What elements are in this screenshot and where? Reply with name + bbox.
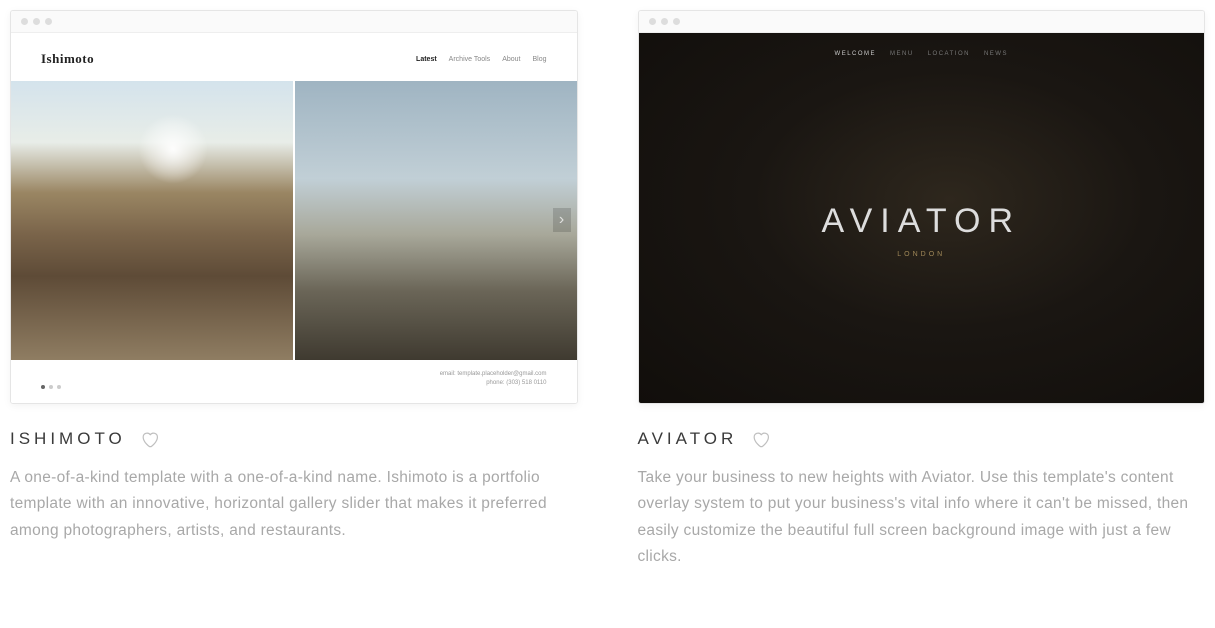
template-description: A one-of-a-kind template with a one-of-a…: [10, 465, 578, 544]
preview-brand: AVIATOR: [821, 202, 1021, 241]
ishimoto-preview: Ishimoto Latest Archive Tools About Blog…: [11, 33, 577, 403]
template-meta: AVIATOR: [638, 429, 1206, 449]
preview-nav-item: Blog: [532, 56, 546, 63]
favorite-heart-icon[interactable]: [140, 430, 159, 449]
dot-icon: [41, 385, 45, 389]
preview-nav-item: About: [502, 56, 520, 63]
preview-brand: Ishimoto: [41, 51, 94, 67]
chrome-dot-icon: [21, 18, 28, 25]
dot-icon: [49, 385, 53, 389]
chrome-dot-icon: [33, 18, 40, 25]
chrome-dot-icon: [649, 18, 656, 25]
preview-nav: WELCOME MENU LOCATION NEWS: [835, 33, 1008, 57]
gallery-image: [11, 81, 293, 360]
template-meta: ISHIMOTO: [10, 429, 578, 449]
browser-chrome: [11, 11, 577, 33]
chrome-dot-icon: [661, 18, 668, 25]
favorite-heart-icon[interactable]: [751, 430, 770, 449]
preview-nav: Latest Archive Tools About Blog: [416, 56, 546, 63]
next-arrow-icon: ›: [553, 208, 571, 232]
preview-nav-item: Archive Tools: [449, 56, 491, 63]
templates-grid: Ishimoto Latest Archive Tools About Blog…: [10, 10, 1205, 570]
template-preview-frame[interactable]: Ishimoto Latest Archive Tools About Blog…: [10, 10, 578, 404]
gallery-slider: ›: [11, 81, 577, 360]
pagination-dots: [41, 385, 61, 389]
template-title: ISHIMOTO: [10, 429, 126, 449]
template-description: Take your business to new heights with A…: [638, 465, 1206, 570]
preview-footer: email: template.placeholder@gmail.com ph…: [11, 360, 577, 403]
dot-icon: [57, 385, 61, 389]
template-card-aviator: WELCOME MENU LOCATION NEWS AVIATOR LONDO…: [638, 10, 1206, 570]
chrome-dot-icon: [45, 18, 52, 25]
preview-header: Ishimoto Latest Archive Tools About Blog: [11, 33, 577, 81]
preview-contact: email: template.placeholder@gmail.com ph…: [440, 370, 547, 389]
contact-phone: phone: (303) 518 0110: [440, 379, 547, 389]
template-preview-frame[interactable]: WELCOME MENU LOCATION NEWS AVIATOR LONDO…: [638, 10, 1206, 404]
preview-hero: AVIATOR LONDON: [821, 57, 1021, 403]
contact-email: email: template.placeholder@gmail.com: [440, 370, 547, 380]
chrome-dot-icon: [673, 18, 680, 25]
preview-nav-item: Latest: [416, 56, 437, 63]
gallery-image: [295, 81, 577, 360]
template-card-ishimoto: Ishimoto Latest Archive Tools About Blog…: [10, 10, 578, 570]
aviator-preview: WELCOME MENU LOCATION NEWS AVIATOR LONDO…: [639, 33, 1205, 403]
sun-glare-icon: [138, 114, 208, 184]
template-title: AVIATOR: [638, 429, 738, 449]
preview-subtitle: LONDON: [897, 251, 945, 258]
browser-chrome: [639, 11, 1205, 33]
